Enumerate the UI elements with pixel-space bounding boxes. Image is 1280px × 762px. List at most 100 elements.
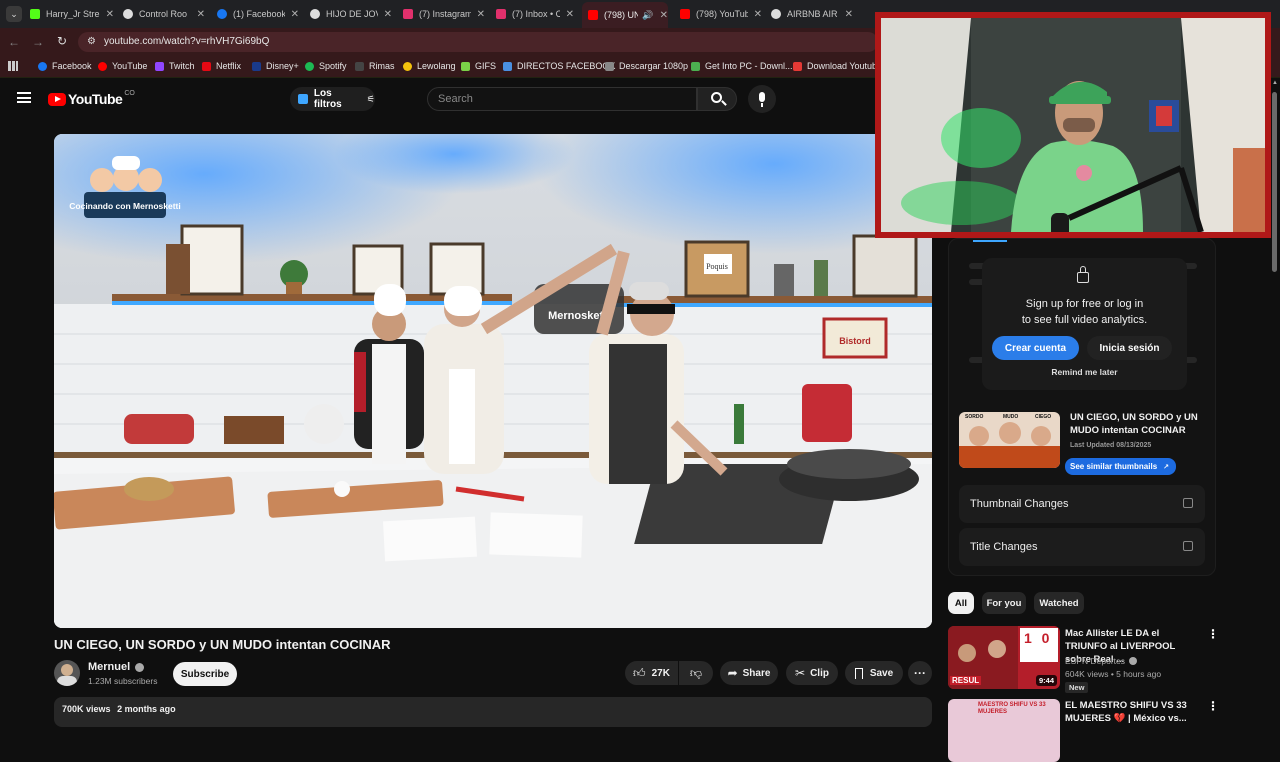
bookmark-netflix[interactable]: Netflix — [202, 61, 241, 71]
back-icon[interactable]: ← — [8, 35, 20, 49]
voice-search-button[interactable] — [748, 85, 776, 113]
menu-icon[interactable] — [17, 92, 31, 103]
streamer-webcam-overlay — [875, 12, 1271, 238]
bookmark-twitch[interactable]: Twitch — [155, 61, 195, 71]
video-title: UN CIEGO, UN SORDO y UN MUDO intentan CO… — [54, 637, 391, 652]
close-icon[interactable]: ✕ — [566, 9, 574, 20]
thumbnail-preview[interactable]: SORDO MUDO CIEGO — [959, 412, 1060, 468]
scissors-icon: ✂ — [795, 666, 806, 680]
recommendation-channel[interactable]: ESPN Deportes — [1065, 656, 1137, 666]
apps-grid-icon[interactable] — [8, 61, 18, 71]
scrollbar-thumb[interactable] — [1272, 92, 1277, 272]
close-icon[interactable]: ✕ — [754, 9, 762, 20]
signup-line-1: Sign up for free or log in — [1025, 298, 1144, 310]
tab-6-active[interactable]: (798) UN 🔊 ✕ — [582, 2, 668, 28]
thumbnail-changes-row[interactable]: Thumbnail Changes — [959, 485, 1205, 523]
reload-icon[interactable]: ↻ — [57, 34, 67, 48]
subscribe-button[interactable]: Subscribe — [173, 662, 237, 686]
thumbs-down-icon: 👎︎ — [689, 665, 703, 680]
remind-later-link[interactable]: Remind me later — [982, 367, 1187, 377]
globe-icon — [771, 9, 781, 19]
login-button[interactable]: Inicia sesión — [1087, 336, 1172, 360]
more-actions-button[interactable]: ··· — [908, 661, 932, 685]
close-icon[interactable]: ✕ — [384, 9, 392, 20]
page-scrollbar[interactable]: ▲ — [1270, 80, 1278, 720]
tab-indicator — [973, 240, 1007, 242]
bookmark-spotify[interactable]: Spotify — [305, 61, 347, 71]
recommendation-title[interactable]: EL MAESTRO SHIFU VS 33 MUJERES 💔 | Méxic… — [1065, 699, 1200, 725]
close-icon[interactable]: ✕ — [477, 9, 485, 20]
channel-name[interactable]: Mernuel — [88, 661, 145, 673]
tab-4[interactable]: (7) Instagram ✕ — [403, 4, 485, 24]
forward-icon[interactable]: → — [32, 35, 44, 49]
bookmark-rimas[interactable]: Rimas — [355, 61, 395, 71]
similar-thumbnails-button[interactable]: See similar thumbnails ↗ — [1065, 458, 1176, 475]
close-icon[interactable]: ✕ — [660, 10, 668, 21]
svg-text:Cocinando con Mernosketti: Cocinando con Mernosketti — [69, 201, 180, 211]
speaker-icon[interactable]: 🔊 — [642, 10, 653, 21]
bookmark-youtube[interactable]: YouTube — [98, 61, 147, 71]
bookmark-download-youtube[interactable]: Download Youtube — [793, 61, 882, 71]
video-duration: 9:44 — [1035, 675, 1057, 686]
signup-line-2: to see full video analytics. — [1021, 314, 1148, 326]
verified-icon — [135, 662, 145, 672]
tab-3[interactable]: HIJO DE JOV ✕ — [310, 4, 392, 24]
bookmark-getintopc[interactable]: Get Into PC - Downl... — [691, 61, 793, 71]
bookmark-facebook[interactable]: Facebook — [38, 61, 92, 71]
instagram-icon — [403, 9, 413, 19]
folder-icon — [605, 61, 614, 71]
tab-2[interactable]: (1) Facebook ✕ — [217, 4, 299, 24]
close-icon[interactable]: ✕ — [106, 9, 114, 20]
more-vertical-icon[interactable]: ⋮ — [1207, 627, 1219, 641]
chip-watched[interactable]: Watched — [1034, 592, 1084, 614]
save-button[interactable]: Save — [845, 661, 903, 685]
verified-icon — [1129, 657, 1137, 665]
bookmark-descargar[interactable]: Descargar 1080p — [605, 61, 688, 71]
last-updated: Last Updated 08/13/2025 — [1070, 442, 1152, 449]
clip-button[interactable]: ✂ Clip — [786, 661, 838, 685]
dislike-button[interactable]: 👎︎ — [679, 661, 713, 685]
svg-text:Poquis: Poquis — [706, 262, 728, 271]
tab-0[interactable]: Harry_Jr Stre ✕ — [30, 4, 114, 24]
like-button[interactable]: 👍︎ 27K — [625, 661, 678, 685]
recommendation-meta: 604K views • 5 hours ago — [1065, 669, 1162, 679]
close-icon[interactable]: ✕ — [197, 9, 205, 20]
description-box[interactable]: 700K views 2 months ago — [54, 697, 932, 727]
channel-avatar[interactable] — [54, 660, 80, 686]
video-player[interactable]: Mernosketti Bistord Poquis Cocinando con… — [54, 134, 932, 628]
bookmark-lewolang[interactable]: Lewolang — [403, 61, 456, 71]
bookmark-gifs[interactable]: GIFS — [461, 61, 496, 71]
bookmark-icon — [854, 667, 863, 679]
bookmark-disney[interactable]: Disney+ — [252, 61, 299, 71]
close-icon[interactable]: ✕ — [291, 9, 299, 20]
tab-1[interactable]: Control Roo ✕ — [123, 4, 205, 24]
more-horizontal-icon: ··· — [914, 666, 926, 680]
gifs-icon — [461, 61, 470, 71]
recommendation-thumbnail[interactable]: MAESTRO SHIFU VS 33 MUJERES — [948, 699, 1060, 762]
disney-icon — [252, 61, 261, 71]
share-button[interactable]: ➦ Share — [720, 661, 778, 685]
tab-5[interactable]: (7) Inbox • C ✕ — [496, 4, 574, 24]
filters-button[interactable]: Los filtros ⚟ — [290, 87, 375, 111]
lock-icon — [1077, 272, 1089, 283]
subscriber-count: 1.23M subscribers — [88, 676, 158, 686]
youtube-logo[interactable]: YouTube CO — [48, 90, 135, 107]
search-input[interactable]: Search — [427, 87, 697, 111]
site-settings-icon[interactable]: ⚙ — [87, 32, 96, 52]
more-vertical-icon[interactable]: ⋮ — [1207, 699, 1219, 713]
search-button[interactable] — [697, 87, 737, 111]
url-input[interactable]: ⚙ youtube.com/watch?v=rhVH7Gi69bQ — [78, 32, 878, 52]
create-account-button[interactable]: Crear cuenta — [992, 336, 1079, 360]
tab-search-dropdown-icon[interactable]: ⌄ — [6, 6, 22, 22]
bookmark-directos-facebook[interactable]: DIRECTOS FACEBOOK — [503, 61, 615, 71]
title-changes-row[interactable]: Title Changes — [959, 528, 1205, 566]
getintopc-icon — [691, 61, 700, 71]
chip-all[interactable]: All — [948, 592, 974, 614]
recommendation-thumbnail[interactable]: 1 0 RESUL 9:44 — [948, 626, 1060, 689]
tab-7[interactable]: (798) YouTub ✕ — [680, 4, 762, 24]
close-icon[interactable]: ✕ — [845, 9, 853, 20]
facebook-icon — [217, 9, 227, 19]
tab-8[interactable]: AIRBNB AIR ✕ — [771, 4, 853, 24]
filter-icon — [298, 94, 308, 104]
chip-for-you[interactable]: For you — [982, 592, 1026, 614]
